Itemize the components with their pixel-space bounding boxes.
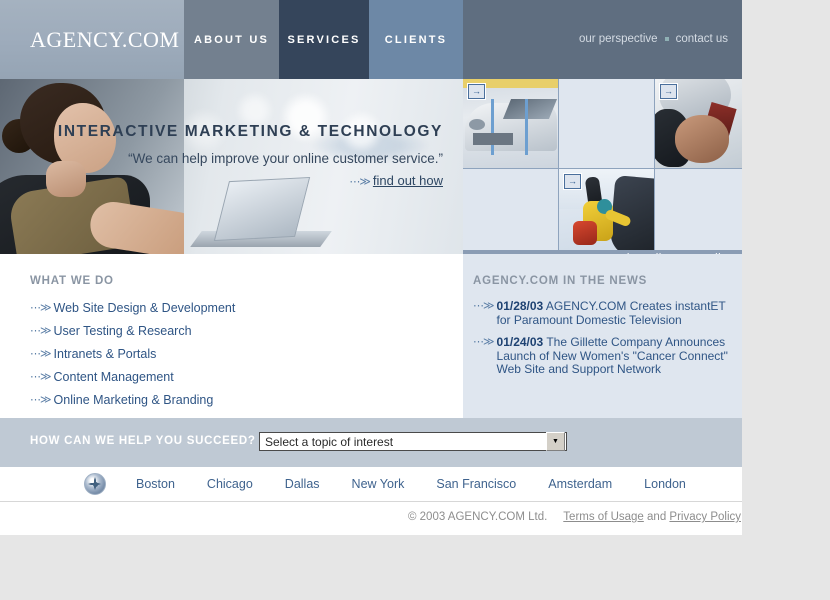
case-study-cell-empty-3	[655, 169, 742, 254]
hero-find-out-how-link[interactable]: find out how	[373, 173, 443, 188]
arrow-right-icon[interactable]: →	[564, 174, 581, 189]
utility-links: our perspective contact us	[579, 33, 728, 45]
news-item-text[interactable]: 01/28/03 AGENCY.COM Creates instantET fo…	[496, 299, 730, 327]
city-link-chicago[interactable]: Chicago	[207, 477, 253, 491]
dotted-arrow-icon: ⋯≫	[349, 176, 370, 188]
city-link-san-francisco[interactable]: San Francisco	[436, 477, 516, 491]
compass-icon	[84, 473, 106, 495]
help-form-label: HOW CAN WE HELP YOU SUCCEED?	[30, 435, 256, 447]
link-contact-us[interactable]: contact us	[676, 33, 728, 45]
hero-text-block: INTERACTIVE MARKETING & TECHNOLOGY “We c…	[58, 123, 443, 188]
content-area: WHAT WE DO ⋯≫ Web Site Design & Developme…	[0, 254, 742, 418]
nav-tab-services[interactable]: SERVICES	[279, 0, 369, 79]
privacy-policy-link[interactable]: Privacy Policy	[669, 511, 741, 523]
city-link-dallas[interactable]: Dallas	[285, 477, 320, 491]
list-item[interactable]: ⋯≫ 01/24/03 The Gillette Company Announc…	[473, 335, 730, 377]
arrow-right-icon[interactable]: →	[468, 84, 485, 99]
case-study-thumb-race-car[interactable]: →	[463, 79, 559, 169]
service-link-content-management[interactable]: Content Management	[54, 370, 174, 384]
news-item-date: 01/24/03	[496, 335, 544, 349]
link-our-perspective[interactable]: our perspective	[579, 33, 658, 45]
service-link-intranets-portals[interactable]: Intranets & Portals	[54, 347, 157, 361]
terms-of-usage-link[interactable]: Terms of Usage	[563, 511, 644, 523]
case-study-cell-empty-2	[463, 169, 559, 254]
city-nav-bar: Boston Chicago Dallas New York San Franc…	[0, 467, 742, 502]
case-studies-grid: → → →	[463, 79, 742, 254]
copyright-text: © 2003 AGENCY.COM Ltd.	[407, 511, 548, 523]
page-root: AGENCY.COM ABOUT US SERVICES CLIENTS our…	[0, 0, 742, 535]
list-item[interactable]: ⋯≫ Online Marketing & Branding	[30, 393, 235, 407]
news-list: ⋯≫ 01/28/03 AGENCY.COM Creates instantET…	[473, 299, 730, 377]
service-link-online-marketing[interactable]: Online Marketing & Branding	[54, 393, 214, 407]
hero-banner[interactable]: INTERACTIVE MARKETING & TECHNOLOGY “We c…	[0, 79, 463, 254]
city-link-new-york[interactable]: New York	[352, 477, 405, 491]
what-we-do-list: ⋯≫ Web Site Design & Development ⋯≫ User T…	[30, 301, 235, 407]
list-item[interactable]: ⋯≫ 01/28/03 AGENCY.COM Creates instantET…	[473, 299, 730, 327]
what-we-do-title: WHAT WE DO	[30, 275, 114, 287]
site-header: AGENCY.COM ABOUT US SERVICES CLIENTS our…	[0, 0, 742, 79]
news-item-text[interactable]: 01/24/03 The Gillette Company Announces …	[496, 335, 730, 377]
news-item-date: 01/28/03	[496, 299, 544, 313]
service-link-web-site-design[interactable]: Web Site Design & Development	[54, 301, 236, 315]
hero-headline: INTERACTIVE MARKETING & TECHNOLOGY	[57, 123, 443, 140]
separator-dot-icon	[664, 37, 669, 41]
topic-select[interactable]: Select a topic of interest ▼	[259, 432, 567, 451]
hero-cta: ⋯≫ find out how	[58, 173, 443, 188]
news-block: AGENCY.COM IN THE NEWS ⋯≫ 01/28/03 AGENC…	[473, 275, 730, 386]
dotted-arrow-icon: ⋯≫	[473, 300, 494, 312]
dotted-arrow-icon: ⋯≫	[30, 325, 51, 337]
dotted-arrow-icon: ⋯≫	[30, 302, 51, 314]
arrow-right-icon[interactable]: →	[660, 84, 677, 99]
chevron-down-icon[interactable]: ▼	[546, 432, 565, 451]
city-link-amsterdam[interactable]: Amsterdam	[548, 477, 612, 491]
list-item[interactable]: ⋯≫ User Testing & Research	[30, 324, 235, 338]
dotted-arrow-icon: ⋯≫	[473, 336, 494, 348]
logo-panel: AGENCY.COM	[0, 0, 184, 79]
nav-tab-clients[interactable]: CLIENTS	[369, 0, 463, 79]
list-item[interactable]: ⋯≫ Intranets & Portals	[30, 347, 235, 361]
list-item[interactable]: ⋯≫ Content Management	[30, 370, 235, 384]
city-link-london[interactable]: London	[644, 477, 686, 491]
header-utility-area: our perspective contact us	[463, 0, 742, 79]
topic-select-value: Select a topic of interest	[265, 434, 394, 449]
news-title: AGENCY.COM IN THE NEWS	[473, 275, 648, 287]
help-form-bar: HOW CAN WE HELP YOU SUCCEED? Select a to…	[0, 418, 742, 467]
site-footer: © 2003 AGENCY.COM Ltd. Terms of Usage an…	[0, 502, 830, 532]
what-we-do-column: WHAT WE DO ⋯≫ Web Site Design & Developme…	[0, 254, 463, 418]
hero-quote: “We can help improve your online custome…	[128, 151, 443, 166]
city-link-boston[interactable]: Boston	[136, 477, 175, 491]
footer-conjunction: and	[647, 511, 667, 523]
news-column: AGENCY.COM IN THE NEWS ⋯≫ 01/28/03 AGENC…	[463, 254, 742, 418]
service-link-user-testing[interactable]: User Testing & Research	[54, 324, 192, 338]
dotted-arrow-icon: ⋯≫	[30, 348, 51, 360]
case-study-cell-empty-1	[559, 79, 655, 169]
what-we-do-block: WHAT WE DO ⋯≫ Web Site Design & Developme…	[30, 275, 235, 416]
nav-tab-about-us[interactable]: ABOUT US	[184, 0, 279, 79]
dotted-arrow-icon: ⋯≫	[30, 394, 51, 406]
case-study-thumb-mountain-climber[interactable]: →	[559, 169, 655, 254]
case-study-thumb-driver-face[interactable]: →	[655, 79, 742, 169]
list-item[interactable]: ⋯≫ Web Site Design & Development	[30, 301, 235, 315]
site-logo[interactable]: AGENCY.COM	[30, 27, 179, 53]
dotted-arrow-icon: ⋯≫	[30, 371, 51, 383]
